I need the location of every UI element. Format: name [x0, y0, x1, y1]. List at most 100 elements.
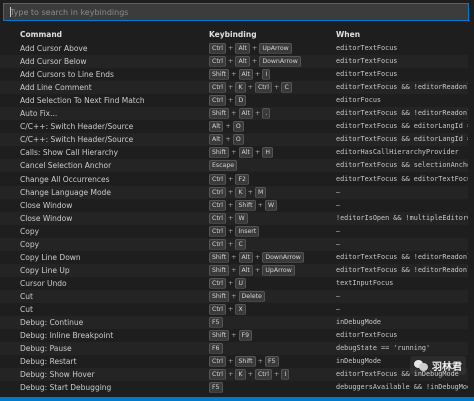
- table-row[interactable]: Change All Occurrences Ctrl + F2 editorTextF…: [0, 173, 474, 186]
- key-label: K: [235, 186, 246, 198]
- keybinding-cell[interactable]: Shift + Delete: [209, 290, 334, 303]
- keybinding-cell[interactable]: Ctrl + Shift + W: [209, 199, 334, 212]
- table-row[interactable]: Debug: Pause F6 debugState == 'running': [0, 342, 474, 356]
- key-separator: +: [231, 70, 237, 79]
- table-row[interactable]: Change Language Mode Ctrl + K + M —: [0, 185, 474, 199]
- keybinding-cell[interactable]: Ctrl + Shift + F5: [209, 355, 334, 368]
- vertical-scrollbar[interactable]: [468, 28, 474, 394]
- key-label: F9: [238, 330, 253, 342]
- table-row[interactable]: Debug: Continue F5 inDebugMode: [0, 316, 474, 330]
- keybinding-cell[interactable]: Ctrl + X: [209, 303, 334, 316]
- table-row[interactable]: Debug: Start Debugging F5 debuggersAvailab…: [0, 381, 474, 394]
- key-label: F5: [209, 317, 223, 329]
- keybinding-cell[interactable]: Escape: [209, 159, 334, 172]
- key-label: Shift: [209, 147, 230, 159]
- key-separator: +: [228, 57, 234, 66]
- keybindings-search-box[interactable]: [3, 3, 469, 21]
- command-name: Cancel Selection Anchor: [20, 161, 112, 171]
- keybinding-cell[interactable]: Ctrl + K + Ctrl + I: [209, 368, 334, 381]
- keybinding-cell[interactable]: Ctrl + Alt + UpArrow: [209, 42, 334, 55]
- keybinding-cell[interactable]: Ctrl + F2: [209, 173, 334, 186]
- keybinding-cell[interactable]: Ctrl + U: [209, 277, 334, 290]
- key-separator: +: [228, 200, 234, 209]
- table-row[interactable]: Close Window Ctrl + W !editorIsOpen && !mult…: [0, 211, 474, 225]
- key-label: Ctrl: [209, 238, 227, 250]
- keybinding-cell[interactable]: Ctrl + Alt + DownArrow: [209, 55, 334, 68]
- when-clause: editorHasCallHierarchyProvider: [336, 148, 459, 157]
- keybinding-cell[interactable]: Ctrl + Insert: [209, 225, 334, 238]
- key-label: X: [235, 304, 246, 315]
- key-label: UpArrow: [259, 43, 292, 54]
- key-label: DownArrow: [259, 56, 301, 68]
- keybinding-cell[interactable]: Shift + Alt +.: [209, 107, 334, 120]
- keybinding-cell[interactable]: Shift + F9: [209, 329, 334, 342]
- when-clause: textInputFocus: [336, 278, 394, 287]
- table-row[interactable]: Add Line Comment Ctrl + K + Ctrl + CeditorTextF…: [0, 81, 474, 95]
- key-label: C: [281, 82, 292, 94]
- command-name: Copy Line Down: [20, 252, 81, 262]
- command-name: Cursor Undo: [20, 278, 67, 288]
- table-row[interactable]: Add Cursor Below Ctrl + Alt + DownArrow editor…: [0, 55, 474, 69]
- command-name: Copy Line Up: [20, 265, 70, 275]
- table-row[interactable]: Copy Line Up Shift + Alt + UpArrow editorTextF…: [0, 263, 474, 277]
- keybinding-cell[interactable]: Ctrl + W: [209, 212, 334, 225]
- table-row[interactable]: Cut Ctrl + X —: [0, 303, 474, 316]
- key-separator: +: [231, 109, 237, 118]
- key-separator: +: [254, 252, 261, 261]
- when-clause: —: [336, 305, 341, 313]
- key-separator: +: [254, 265, 261, 274]
- command-name: Debug: Restart: [20, 357, 77, 367]
- table-row[interactable]: Add Cursors to Line Ends Shift + Alt + Iedito…: [0, 68, 474, 81]
- table-row[interactable]: Close Window Ctrl + Shift + W —: [0, 199, 474, 212]
- when-clause: !editorIsOpen && !multipleEditorGroups: [336, 213, 474, 222]
- keybinding-cell[interactable]: F6: [209, 342, 334, 355]
- table-row[interactable]: C/C++: Switch Header/Source Alt + OeditorTe…: [0, 120, 474, 133]
- table-row[interactable]: C/C++: Switch Header/Source Alt + OeditorTe…: [0, 133, 474, 147]
- table-row[interactable]: Cancel Selection Anchor Escape editorTextF…: [0, 159, 474, 173]
- column-header-when[interactable]: When: [336, 30, 360, 39]
- key-label: Ctrl: [254, 369, 272, 381]
- key-label: DownArrow: [262, 251, 304, 263]
- when-clause: editorTextFocus: [336, 331, 398, 340]
- table-row[interactable]: Copy Ctrl + C —: [0, 237, 474, 251]
- key-label: Ctrl: [209, 199, 227, 211]
- keybinding-cell[interactable]: Shift + Alt + I: [209, 68, 334, 81]
- table-row[interactable]: Calls: Show Call Hierarchy Shift + Alt + Hedi…: [0, 146, 474, 159]
- key-label: Alt: [238, 251, 253, 263]
- table-row[interactable]: Cursor Undo Ctrl + UtextInputFocus: [0, 277, 474, 290]
- key-label: Shift: [209, 108, 230, 120]
- column-header-command[interactable]: Command: [20, 30, 62, 39]
- keybinding-cell[interactable]: Ctrl + K + Ctrl + C: [209, 81, 334, 94]
- command-name: Close Window: [20, 213, 73, 223]
- key-separator: +: [274, 370, 280, 379]
- keybinding-cell[interactable]: Shift + Alt + DownArrow: [209, 251, 334, 264]
- keybinding-cell[interactable]: Ctrl + K + M: [209, 186, 334, 199]
- table-row[interactable]: Auto Fix... Shift + Alt +. editorTextFocus &&…: [0, 107, 474, 121]
- key-label: Ctrl: [209, 82, 227, 94]
- table-row[interactable]: Debug: Restart Ctrl + Shift + F5 inDebugMode: [0, 355, 474, 368]
- keybinding-cell[interactable]: F5: [209, 381, 334, 394]
- keybinding-cell[interactable]: Shift + Alt + UpArrow: [209, 264, 334, 277]
- key-label: Shift: [235, 356, 256, 368]
- table-row[interactable]: Add Cursor Above Ctrl + Alt + UpArrow editorTe…: [0, 42, 474, 55]
- key-separator: +: [251, 44, 258, 52]
- key-label: H: [262, 147, 274, 159]
- keybinding-cell[interactable]: F5: [209, 316, 334, 329]
- keybinding-cell[interactable]: Alt + O: [209, 133, 334, 146]
- table-row[interactable]: Copy Line Down Shift + Alt + DownArrow editorT…: [0, 251, 474, 264]
- keybinding-cell[interactable]: Ctrl + C: [209, 238, 334, 251]
- column-header-keybinding[interactable]: Keybinding: [209, 30, 257, 39]
- key-label: UpArrow: [262, 264, 295, 276]
- keybinding-cell[interactable]: Ctrl + D: [209, 94, 334, 107]
- key-label: U: [235, 277, 246, 289]
- table-row[interactable]: Debug: Show Hover Ctrl + K + Ctrl + IeditorText…: [0, 368, 474, 382]
- table-row[interactable]: Debug: Inline Breakpoint Shift + F9 editorTe…: [0, 329, 474, 342]
- table-row[interactable]: Add Selection To Next Find Match Ctrl + Ded…: [0, 94, 474, 107]
- key-separator: +: [254, 148, 261, 157]
- command-name: Change Language Mode: [20, 187, 111, 197]
- table-row[interactable]: Cut Shift + Delete —: [0, 289, 474, 303]
- keybinding-cell[interactable]: Alt + O: [209, 120, 334, 133]
- table-row[interactable]: Copy Ctrl + Insert —: [0, 225, 474, 238]
- keybindings-search-input[interactable]: [4, 4, 468, 20]
- keybinding-cell[interactable]: Shift + Alt + H: [209, 146, 334, 159]
